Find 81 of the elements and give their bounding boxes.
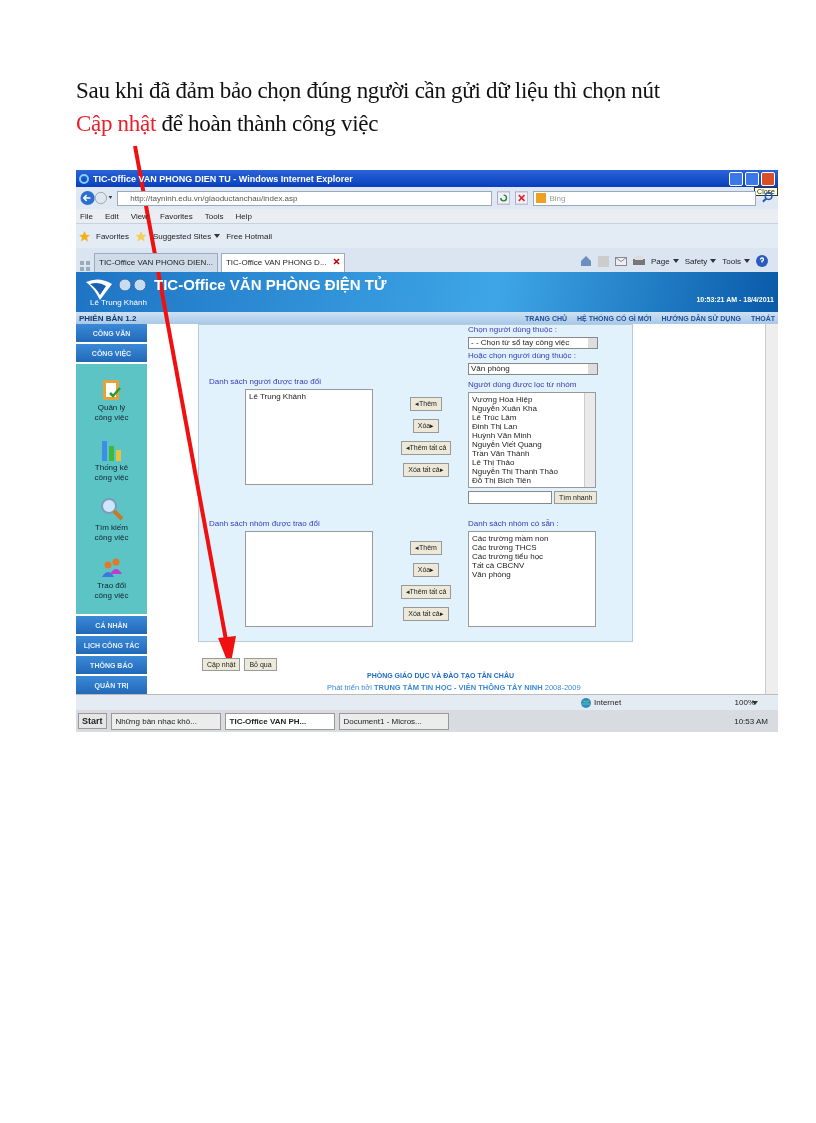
list-option[interactable]: Huỳnh Văn Minh xyxy=(472,431,581,440)
sidebar-tool-label[interactable]: Thống kê công việc xyxy=(89,463,134,483)
zoom-level[interactable]: 100% xyxy=(734,698,755,707)
search-field[interactable] xyxy=(468,491,552,504)
version-label: PHIÊN BẢN 1.2 xyxy=(79,313,137,323)
favorites-link[interactable]: Free Hotmail xyxy=(226,231,272,241)
list-option[interactable]: Nguyễn Thị Thanh Thảo xyxy=(472,467,581,476)
home-icon[interactable] xyxy=(579,255,592,267)
list-option[interactable]: Nguyễn Viết Quang xyxy=(472,440,581,449)
field-label: Hoặc chọn người dùng thuộc : xyxy=(468,351,577,360)
restore-button[interactable] xyxy=(745,171,759,186)
clock: 10:53 AM xyxy=(734,716,769,726)
list-option[interactable]: Vương Hòa Hiệp xyxy=(472,395,581,404)
taskbar-item[interactable]: Document1 - Micros... xyxy=(338,712,449,730)
menu-item[interactable]: Tools xyxy=(204,211,224,221)
menu-item[interactable]: File xyxy=(80,211,93,221)
user-name: Lê Trung Khánh xyxy=(90,298,147,307)
list-option[interactable]: Văn phòng xyxy=(472,570,592,579)
browser-tab[interactable]: TIC-Office VAN PHONG D... xyxy=(220,253,345,272)
list-option[interactable]: Lê Trúc Lâm xyxy=(472,413,581,422)
site-logo-icon xyxy=(84,278,114,302)
favorites-link[interactable]: Suggested Sites xyxy=(152,231,212,241)
taskbar-item[interactable]: Những bản nhạc khô... xyxy=(110,712,221,730)
list-option[interactable]: Đinh Thị Lan xyxy=(472,422,581,431)
sidebar-tool-label[interactable]: Quản lý công việc xyxy=(89,403,134,423)
menu-item[interactable]: Favorites xyxy=(159,211,193,221)
section-label: Danh sách người được trao đổi xyxy=(209,377,322,386)
list-option[interactable]: Đỗ Thị Bích Tiên xyxy=(472,476,581,485)
command-menu[interactable]: Safety xyxy=(684,256,708,266)
list-option[interactable]: Tất cả CBCNV xyxy=(472,561,592,570)
caret-icon[interactable] xyxy=(744,259,750,263)
stop-icon[interactable] xyxy=(515,191,529,205)
caret-icon[interactable] xyxy=(672,259,679,263)
back-forward-icon[interactable] xyxy=(80,190,113,206)
scrollbar[interactable] xyxy=(584,393,595,487)
clipboard-icon[interactable] xyxy=(101,377,122,401)
help-icon[interactable] xyxy=(756,255,768,267)
instruction-text: Sau khi đã đảm bảo chọn đúng người cần gửi dữ liệu thì chọn nút Cập nhật để hoàn thành công việc xyxy=(75,77,661,138)
favorites-button[interactable]: Favorites xyxy=(96,231,129,241)
list-option[interactable]: Lê Trung Khánh xyxy=(249,392,369,401)
list-box[interactable]: Vương Hòa Hiệp Nguyễn Xuân Kha Lê Trúc Lâm Đinh Thị Lan Huỳnh Văn Minh Nguyễn Viết Quang Trần Văn Thành Lê Thị Thảo Nguyễn Thị Thanh Thảo Đỗ Thị Bích Tiên xyxy=(468,392,596,488)
list-option[interactable]: Các trường mầm non xyxy=(472,534,592,543)
field-label: Chọn người dùng thuộc : xyxy=(468,325,558,334)
section-label: Danh sách nhóm được trao đổi xyxy=(209,519,321,528)
address-field[interactable]: http://tayninh.edu.vn/giaoductanchau/index.asp xyxy=(117,190,492,206)
menu-item[interactable]: Help xyxy=(235,211,252,221)
browser-tab[interactable]: TIC-Office VAN PHONG DIEN... xyxy=(94,253,218,272)
security-zone: Internet xyxy=(594,698,622,707)
list-box[interactable] xyxy=(245,531,373,627)
section-label: Danh sách nhóm có sẵn : xyxy=(468,519,560,528)
list-option[interactable]: Lê Thị Thảo xyxy=(472,458,581,467)
list-box[interactable]: Các trường mầm non Các trường THCS Các trường tiểu học Tất cả CBCNV Văn phòng xyxy=(468,531,596,627)
sidebar-tool-label[interactable]: Trao đổi công việc xyxy=(89,581,134,601)
printer-icon[interactable] xyxy=(632,255,645,267)
list-option[interactable]: Các trường THCS xyxy=(472,543,592,552)
menu-item[interactable]: Edit xyxy=(104,211,119,221)
list-option[interactable]: Trần Văn Thành xyxy=(472,449,581,458)
command-menu[interactable]: Tools xyxy=(722,256,741,266)
close-icon[interactable] xyxy=(332,258,340,265)
list-option[interactable]: Nguyễn Xuân Kha xyxy=(472,404,581,413)
caret-icon[interactable] xyxy=(710,259,717,263)
taskbar-item[interactable]: TIC-Office VAN PH... xyxy=(224,712,335,730)
field-label: Người dùng được lọc từ nhóm xyxy=(468,380,578,389)
dropdown[interactable]: Văn phòng xyxy=(468,363,598,375)
start-button[interactable]: Start xyxy=(78,713,107,729)
list-box[interactable]: Lê Trung Khánh xyxy=(245,389,373,485)
caret-icon[interactable] xyxy=(214,234,221,238)
close-button[interactable] xyxy=(761,171,775,186)
globe-icon xyxy=(581,697,591,708)
people-icon[interactable] xyxy=(99,557,124,579)
dropdown[interactable]: - - Chọn từ sổ tay công việc xyxy=(468,337,598,349)
list-option[interactable]: Các trường tiểu học xyxy=(472,552,592,561)
mail-icon[interactable] xyxy=(614,256,627,266)
sidebar-tool-label[interactable]: Tìm kiếm công việc xyxy=(89,523,134,543)
command-menu[interactable]: Page xyxy=(650,256,670,266)
refresh-icon[interactable] xyxy=(496,191,511,205)
browser-logo-icon xyxy=(79,173,89,184)
minimize-button[interactable] xyxy=(729,171,743,186)
magnifier-icon[interactable] xyxy=(99,497,124,521)
page-scrollbar[interactable] xyxy=(765,324,778,694)
star-icon xyxy=(79,230,90,242)
